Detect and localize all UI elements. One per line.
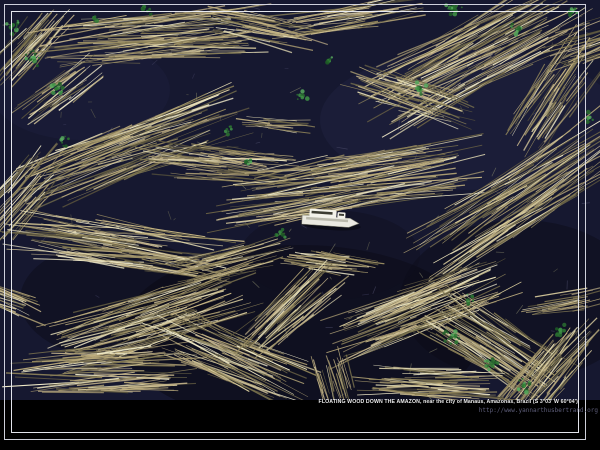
caption-title: FLOATING WOOD DOWN THE AMAZON, near the … <box>319 399 578 405</box>
caption-url: http://www.yannarthusbertrand.org <box>479 407 598 414</box>
wallpaper-container: FLOATING WOOD DOWN THE AMAZON, near the … <box>0 0 600 450</box>
photo-canvas <box>0 0 600 450</box>
